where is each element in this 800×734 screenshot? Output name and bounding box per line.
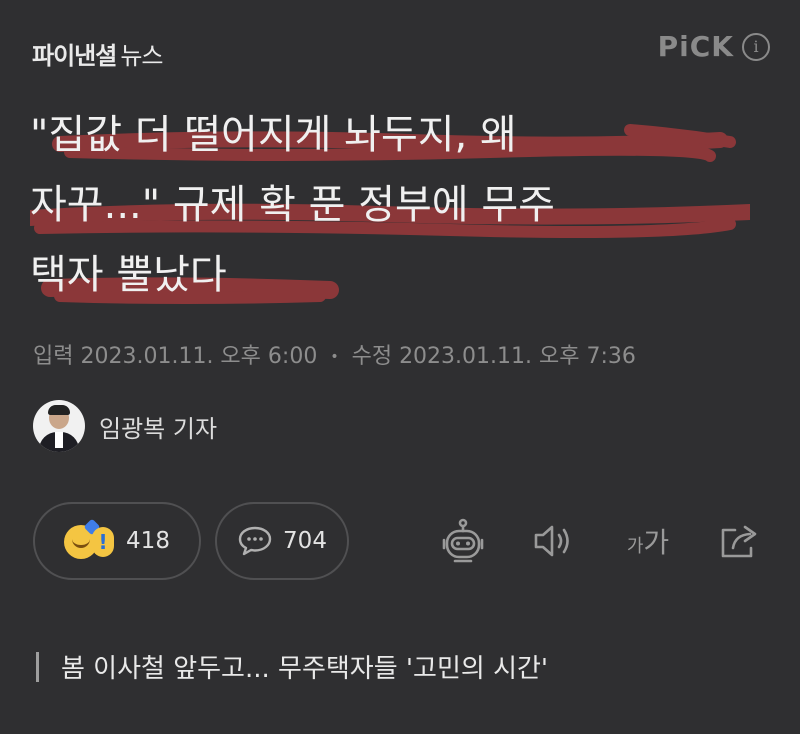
author-name[interactable]: 임광복 기자 <box>99 409 217 444</box>
article-dates: 입력 2023.01.11. 오후 6:00 • 수정 2023.01.11. … <box>33 338 636 370</box>
modified-label: 수정 <box>351 344 393 369</box>
meta-separator: • <box>330 349 339 365</box>
share-button[interactable] <box>715 516 765 566</box>
pick-badge[interactable]: PiCK i <box>658 30 770 63</box>
summary-bot-button[interactable] <box>438 516 488 566</box>
headline-line-1: "집값 더 떨어지게 놔두지, 왜 <box>30 112 517 158</box>
info-icon[interactable]: i <box>742 32 770 61</box>
comment-icon <box>238 526 272 556</box>
brand-suffix: 뉴스 <box>120 42 163 70</box>
author-avatar[interactable] <box>33 400 85 452</box>
share-icon <box>721 525 757 558</box>
related-article-link[interactable]: 봄 이사철 앞두고... 무주택자들 '고민의 시간' <box>36 648 548 685</box>
font-size-icon: 가가 <box>626 526 670 559</box>
header: 파이낸셜 뉴스 PiCK i <box>32 30 770 74</box>
related-divider <box>36 651 39 682</box>
reaction-emoji-icon: ! <box>64 518 116 561</box>
published-date: 2023.01.11. 오후 6:00 <box>80 344 318 369</box>
read-aloud-button[interactable] <box>528 516 578 566</box>
font-size-button[interactable]: 가가 <box>618 516 678 566</box>
published-label: 입력 <box>33 344 74 369</box>
modified-date: 2023.01.11. 오후 7:36 <box>399 344 636 369</box>
press-logo[interactable]: 파이낸셜 뉴스 <box>32 36 164 71</box>
comment-count: 704 <box>283 528 327 554</box>
related-article-title[interactable]: 봄 이사철 앞두고... 무주택자들 '고민의 시간' <box>61 648 548 685</box>
article-headline: "집값 더 떨어지게 놔두지, 왜 자꾸..." 규제 확 푼 정부에 무주 택… <box>30 100 750 310</box>
robot-summary-icon <box>442 518 484 563</box>
speaker-icon <box>534 525 569 557</box>
reaction-button[interactable]: ! 418 <box>33 502 201 580</box>
author-info[interactable]: 임광복 기자 <box>33 400 217 452</box>
pick-label: PiCK <box>657 30 734 63</box>
brand-name: 파이낸셜 <box>32 42 117 70</box>
reaction-count: 418 <box>126 528 170 554</box>
comment-button[interactable]: 704 <box>215 502 349 580</box>
article-toolbar: ! 418 704 가가 <box>33 502 768 582</box>
headline-line-2: 자꾸..." 규제 확 푼 정부에 무주 <box>30 182 555 228</box>
headline-container: "집값 더 떨어지게 놔두지, 왜 자꾸..." 규제 확 푼 정부에 무주 택… <box>30 100 750 310</box>
headline-line-3: 택자 뿔났다 <box>30 252 227 298</box>
